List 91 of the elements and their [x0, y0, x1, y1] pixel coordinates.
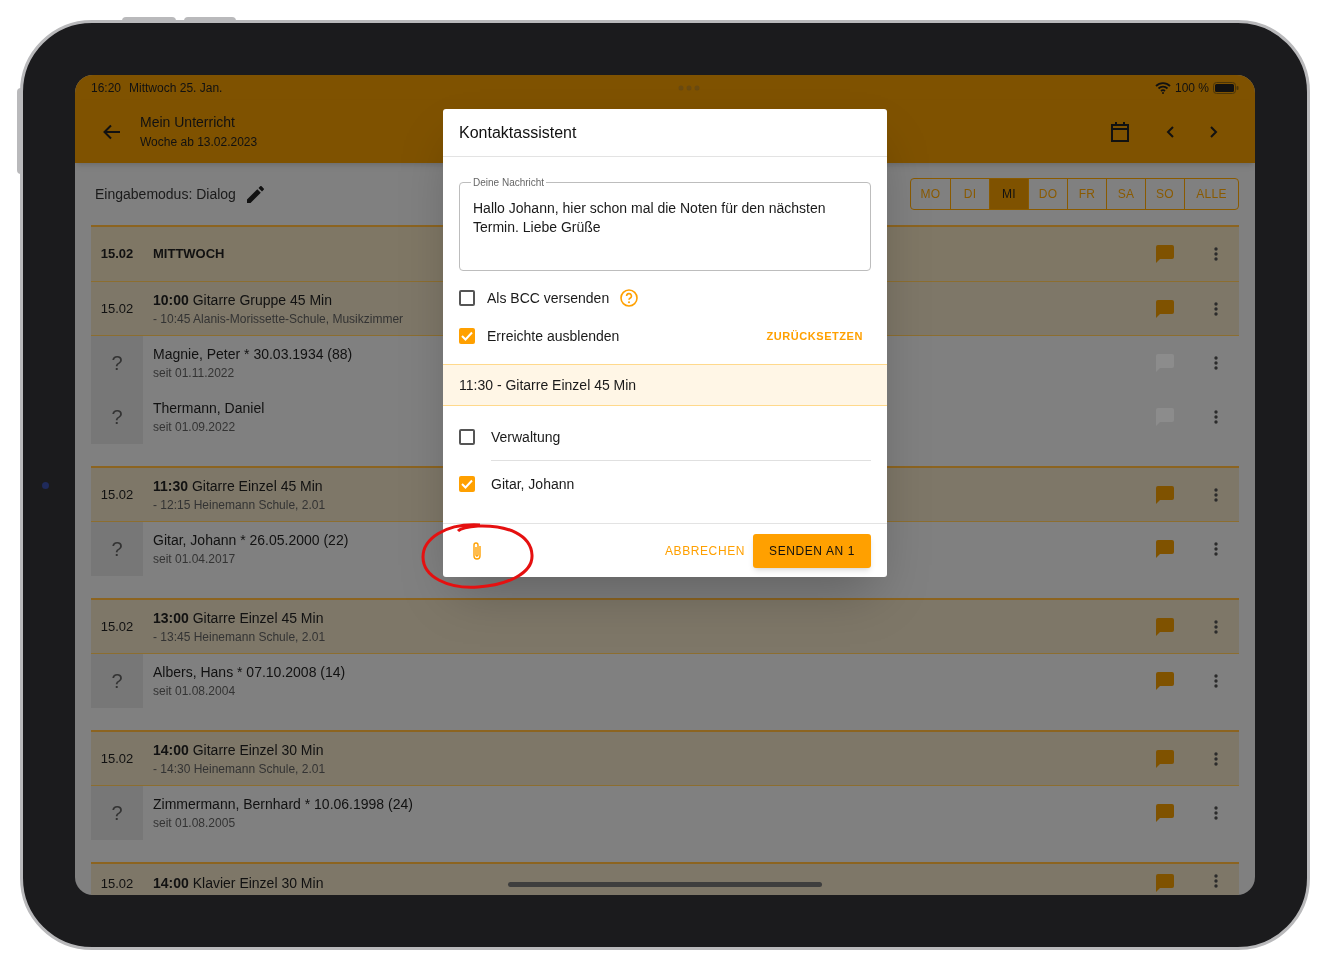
checkbox[interactable] — [459, 328, 475, 344]
more-vertical-icon[interactable] — [1214, 674, 1218, 688]
help-icon[interactable] — [620, 289, 639, 307]
more-vertical-icon[interactable] — [1214, 247, 1218, 261]
chat-bubble-icon[interactable] — [1156, 540, 1174, 558]
recipient-name: Verwaltung — [491, 427, 561, 447]
message-field[interactable]: Deine Nachricht Hallo Johann, hier schon mal die Noten für den nächsten Termin. Liebe Grüße — [459, 175, 871, 271]
chat-bubble-icon[interactable] — [1156, 804, 1174, 822]
more-vertical-icon[interactable] — [1214, 410, 1218, 424]
day-tab[interactable]: FR — [1067, 179, 1106, 209]
camera-icon — [42, 482, 49, 489]
more-vertical-icon[interactable] — [1214, 542, 1218, 556]
student-name: Thermann, Daniel — [153, 399, 265, 417]
lesson-row[interactable]: 15.02 14:00 Gitarre Einzel 30 Min - 14:30 Heinemann Schule, 2.01 — [91, 732, 1239, 786]
day-tab[interactable]: DO — [1028, 179, 1067, 209]
app-title: Mein Unterricht — [140, 112, 236, 131]
send-button[interactable]: SENDEN AN 1 — [753, 533, 871, 568]
dialog-title: Kontaktassistent — [459, 122, 577, 143]
row-date: 15.02 — [99, 245, 135, 264]
day-tab[interactable]: MI — [989, 179, 1028, 209]
lesson-title: 13:00 Gitarre Einzel 45 Min — [153, 608, 324, 627]
more-vertical-icon[interactable] — [1214, 619, 1218, 634]
status-time: 16:20 — [91, 79, 122, 97]
chevron-left-icon[interactable] — [1166, 125, 1174, 138]
lesson-title: 11:30 Gitarre Einzel 45 Min — [153, 476, 323, 495]
checkbox[interactable] — [459, 429, 475, 445]
input-mode-label: Eingabemodus: Dialog — [95, 184, 236, 204]
cancel-button[interactable]: ABBRECHEN — [664, 533, 746, 568]
lesson-detail: - 12:15 Heinemann Schule, 2.01 — [153, 496, 326, 513]
student-since: seit 01.09.2022 — [153, 419, 236, 435]
student-since: seit 01.11.2022 — [153, 365, 235, 381]
unknown-status-cell: ? — [91, 390, 143, 444]
back-arrow-icon[interactable] — [103, 123, 121, 140]
student-name: Zimmermann, Bernhard * 10.06.1998 (24) — [153, 795, 413, 813]
day-tab[interactable]: MO — [911, 179, 950, 209]
day-tab[interactable]: ALLE — [1184, 179, 1238, 209]
unknown-status-cell: ? — [91, 336, 143, 390]
chat-bubble-icon[interactable] — [1156, 617, 1174, 636]
student-name: Magnie, Peter * 30.03.1934 (88) — [153, 345, 353, 363]
checkbox[interactable] — [459, 290, 475, 306]
more-vertical-icon[interactable] — [1214, 301, 1218, 316]
day-tab[interactable]: SA — [1106, 179, 1145, 209]
row-date: 15.02 — [99, 299, 135, 318]
row-date: 15.02 — [99, 617, 135, 636]
battery-icon — [1213, 81, 1239, 94]
more-vertical-icon[interactable] — [1214, 751, 1218, 766]
calendar-icon[interactable] — [1111, 121, 1129, 142]
reset-button[interactable]: ZURÜCKSETZEN — [766, 327, 863, 345]
checkbox-label: Als BCC versenden — [487, 288, 610, 308]
battery-percent: 100 % — [1174, 79, 1209, 97]
student-name: Gitar, Johann * 26.05.2000 (22) — [153, 531, 349, 549]
app-subtitle: Woche ab 13.02.2023 — [140, 133, 258, 151]
chat-bubble-icon[interactable] — [1156, 672, 1174, 690]
lesson-detail: - 10:45 Alanis-Morissette-Schule, Musikzimmer — [153, 310, 404, 327]
more-vertical-icon[interactable] — [1214, 356, 1218, 370]
lesson-detail: - 13:45 Heinemann Schule, 2.01 — [153, 628, 326, 645]
checkbox[interactable] — [459, 476, 475, 492]
unknown-status-cell: ? — [91, 654, 143, 708]
chat-bubble-icon[interactable] — [1156, 749, 1174, 768]
student-name: Albers, Hans * 07.10.2008 (14) — [153, 663, 346, 681]
row-date: 15.02 — [99, 875, 135, 893]
checkbox-label: Erreichte ausblenden — [487, 326, 620, 346]
chat-bubble-icon[interactable] — [1156, 245, 1174, 263]
chat-bubble-icon[interactable] — [1156, 299, 1174, 318]
more-vertical-icon[interactable] — [1214, 487, 1218, 502]
more-vertical-icon[interactable] — [1214, 806, 1218, 820]
day-title: MITTWOCH — [153, 245, 225, 264]
row-date: 15.02 — [99, 749, 135, 768]
wifi-icon — [1154, 81, 1171, 94]
chevron-right-icon[interactable] — [1210, 125, 1218, 138]
status-date: Mittwoch 25. Jan. — [129, 79, 223, 97]
recipient-name: Gitar, Johann — [491, 474, 575, 494]
lesson-title: 10:00 Gitarre Gruppe 45 Min — [153, 290, 332, 309]
day-tab[interactable]: SO — [1145, 179, 1184, 209]
lesson-row[interactable]: 15.02 13:00 Gitarre Einzel 45 Min - 13:45 Heinemann Schule, 2.01 — [91, 600, 1239, 654]
group-header: 11:30 - Gitarre Einzel 45 Min — [443, 364, 887, 406]
student-since: seit 01.08.2004 — [153, 683, 236, 699]
pencil-icon[interactable] — [246, 185, 264, 203]
lesson-detail: - 14:30 Heinemann Schule, 2.01 — [153, 760, 326, 777]
lesson-row[interactable]: 15.02 14:00 Klavier Einzel 30 Min — [91, 864, 1239, 895]
row-date: 15.02 — [99, 485, 135, 504]
unknown-status-cell: ? — [91, 786, 143, 840]
chat-bubble-icon[interactable] — [1156, 874, 1174, 892]
student-since: seit 01.08.2005 — [153, 815, 236, 831]
student-since: seit 01.04.2017 — [153, 551, 236, 567]
lesson-title: 14:00 Gitarre Einzel 30 Min — [153, 740, 324, 759]
lesson-title: 14:00 Klavier Einzel 30 Min — [153, 874, 324, 892]
more-vertical-icon[interactable] — [1214, 874, 1218, 888]
paperclip-icon[interactable] — [472, 540, 482, 561]
chat-bubble-icon[interactable] — [1156, 485, 1174, 504]
unknown-status-cell: ? — [91, 522, 143, 576]
